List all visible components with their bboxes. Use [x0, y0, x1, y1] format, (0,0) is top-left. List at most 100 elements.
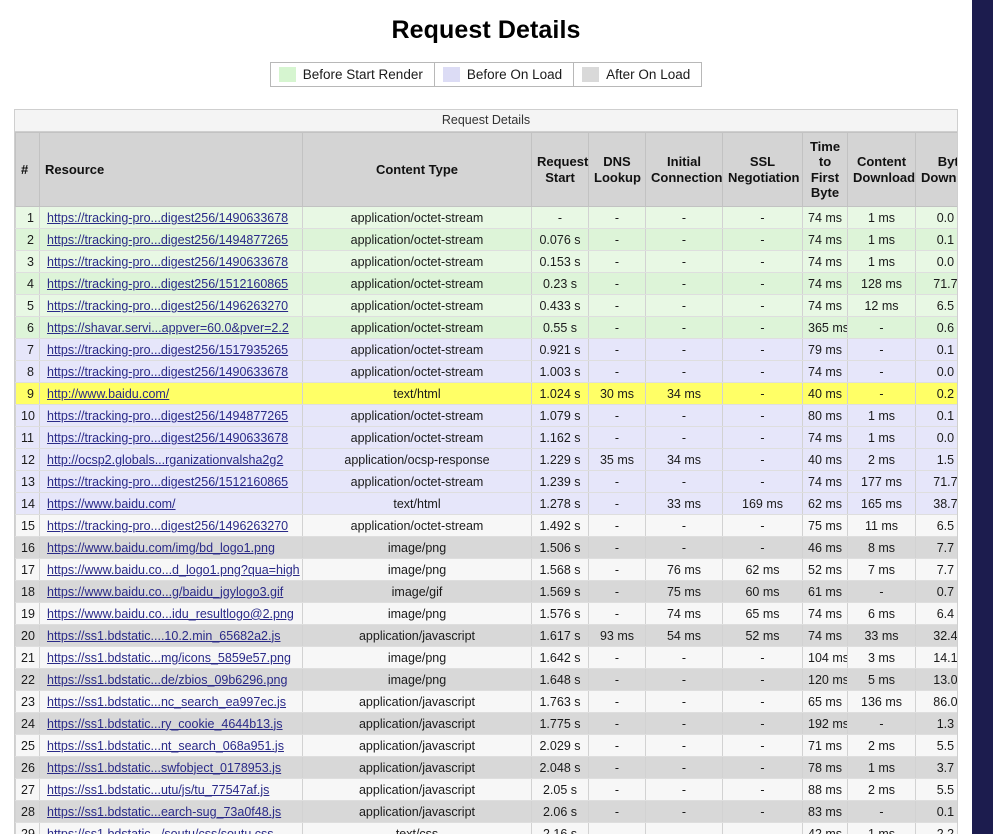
cell-content-type: application/octet-stream [302, 514, 532, 538]
resource-link[interactable]: http://ocsp2.globals...rganizationvalsha… [47, 453, 283, 467]
table-row[interactable]: 10 https://tracking-pro...digest256/14948… [15, 404, 957, 428]
col-header-request-start[interactable]: Request Start [531, 131, 589, 208]
resource-link[interactable]: https://www.baidu.com/ [47, 497, 176, 511]
resource-link[interactable]: https://shavar.servi...appver=60.0&pver=… [47, 321, 289, 335]
table-row[interactable]: 5 https://tracking-pro...digest256/149626… [15, 294, 957, 318]
resource-link[interactable]: https://ss1.bdstatic...utu/js/tu_77547af… [47, 783, 269, 797]
table-row[interactable]: 12 http://ocsp2.globals...rganizationvals… [15, 448, 957, 472]
table-row[interactable]: 15 https://tracking-pro...digest256/14962… [15, 514, 957, 538]
cell-request-start: 0.076 s [531, 228, 589, 252]
cell-ssl-negotiation: - [722, 294, 803, 318]
table-row[interactable]: 29 https://ss1.bdstatic.../soutu/css/sout… [15, 822, 957, 834]
cell-resource: https://ss1.bdstatic...earch-sug_73a0f48… [39, 800, 303, 824]
cell-bytes-downloaded: 6.4 KB [915, 602, 957, 626]
table-row[interactable]: 22 https://ss1.bdstatic...de/zbios_09b629… [15, 668, 957, 692]
resource-link[interactable]: https://tracking-pro...digest256/1496263… [47, 299, 288, 313]
cell-resource: http://ocsp2.globals...rganizationvalsha… [39, 448, 303, 472]
cell-content-download: 1 ms [847, 426, 916, 450]
resource-link[interactable]: http://www.baidu.com/ [47, 387, 169, 401]
resource-link[interactable]: https://tracking-pro...digest256/1512160… [47, 277, 288, 291]
cell-time-to-first-byte: 61 ms [802, 580, 848, 604]
resource-link[interactable]: https://ss1.bdstatic...de/zbios_09b6296.… [47, 673, 287, 687]
resource-link[interactable]: https://www.baidu.co...g/baidu_jgylogo3.… [47, 585, 283, 599]
table-row[interactable]: 16 https://www.baidu.com/img/bd_logo1.png… [15, 536, 957, 560]
resource-link[interactable]: https://tracking-pro...digest256/1490633… [47, 431, 288, 445]
resource-link[interactable]: https://tracking-pro...digest256/1512160… [47, 475, 288, 489]
table-row[interactable]: 13 https://tracking-pro...digest256/15121… [15, 470, 957, 494]
cell-time-to-first-byte: 74 ms [802, 624, 848, 648]
cell-index: 13 [15, 470, 40, 494]
right-edge-gutter [972, 0, 993, 834]
cell-ssl-negotiation: - [722, 536, 803, 560]
cell-index: 28 [15, 800, 40, 824]
table-row[interactable]: 28 https://ss1.bdstatic...earch-sug_73a0f… [15, 800, 957, 824]
legend-item-2[interactable]: After On Load [574, 63, 701, 86]
table-row[interactable]: 8 https://tracking-pro...digest256/149063… [15, 360, 957, 384]
resource-link[interactable]: https://tracking-pro...digest256/1494877… [47, 409, 288, 423]
table-row[interactable]: 9 http://www.baidu.com/text/html 1.024 s 30… [15, 382, 957, 406]
cell-initial-connection: 33 ms [645, 492, 723, 516]
table-row[interactable]: 20 https://ss1.bdstatic....10.2.min_65682… [15, 624, 957, 648]
cell-request-start: 1.239 s [531, 470, 589, 494]
resource-link[interactable]: https://ss1.bdstatic....10.2.min_65682a2… [47, 629, 280, 643]
table-row[interactable]: 24 https://ss1.bdstatic...ry_cookie_4644b… [15, 712, 957, 736]
table-row[interactable]: 18 https://www.baidu.co...g/baidu_jgylogo… [15, 580, 957, 604]
col-header-initial-connection[interactable]: Initial Connection [645, 131, 723, 208]
cell-request-start: 1.648 s [531, 668, 589, 692]
table-row[interactable]: 7 https://tracking-pro...digest256/151793… [15, 338, 957, 362]
table-row[interactable]: 23 https://ss1.bdstatic...nc_search_ea997… [15, 690, 957, 714]
col-header-dns-lookup[interactable]: DNS Lookup [588, 131, 646, 208]
cell-content-download: 1 ms [847, 822, 916, 834]
resource-link[interactable]: https://ss1.bdstatic...swfobject_0178953… [47, 761, 281, 775]
cell-index: 14 [15, 492, 40, 516]
col-header-time-to-first-byte[interactable]: Time to First Byte [802, 131, 848, 208]
resource-link[interactable]: https://tracking-pro...digest256/1517935… [47, 343, 288, 357]
legend-item-1[interactable]: Before On Load [435, 63, 575, 86]
cell-ssl-negotiation: - [722, 822, 803, 834]
table-row[interactable]: 2 https://tracking-pro...digest256/149487… [15, 228, 957, 252]
table-row[interactable]: 27 https://ss1.bdstatic...utu/js/tu_77547… [15, 778, 957, 802]
table-row[interactable]: 19 https://www.baidu.co...idu_resultlogo@… [15, 602, 957, 626]
cell-time-to-first-byte: 88 ms [802, 778, 848, 802]
resource-link[interactable]: https://tracking-pro...digest256/1494877… [47, 233, 288, 247]
legend-item-0[interactable]: Before Start Render [271, 63, 435, 86]
cell-index: 15 [15, 514, 40, 538]
table-row[interactable]: 14 https://www.baidu.com/text/html 1.278 s… [15, 492, 957, 516]
resource-link[interactable]: https://tracking-pro...digest256/1496263… [47, 519, 288, 533]
col-header-resource[interactable]: Resource [39, 131, 303, 208]
cell-index: 29 [15, 822, 40, 834]
cell-dns-lookup: - [588, 558, 646, 582]
col-header-content-download[interactable]: Content Download [847, 131, 916, 208]
col-header-index[interactable]: # [15, 131, 40, 208]
resource-link[interactable]: https://ss1.bdstatic...earch-sug_73a0f48… [47, 805, 281, 819]
resource-link[interactable]: https://ss1.bdstatic...nc_search_ea997ec… [47, 695, 286, 709]
cell-index: 3 [15, 250, 40, 274]
table-row[interactable]: 6 https://shavar.servi...appver=60.0&pver… [15, 316, 957, 340]
resource-link[interactable]: https://tracking-pro...digest256/1490633… [47, 211, 288, 225]
col-header-content-type[interactable]: Content Type [302, 131, 532, 208]
table-row[interactable]: 4 https://tracking-pro...digest256/151216… [15, 272, 957, 296]
cell-request-start: 1.642 s [531, 646, 589, 670]
resource-link[interactable]: https://ss1.bdstatic...ry_cookie_4644b13… [47, 717, 283, 731]
resource-link[interactable]: https://ss1.bdstatic...mg/icons_5859e57.… [47, 651, 291, 665]
table-row[interactable]: 25 https://ss1.bdstatic...nt_search_068a9… [15, 734, 957, 758]
cell-initial-connection: 34 ms [645, 382, 723, 406]
resource-link[interactable]: https://www.baidu.co...d_logo1.png?qua=h… [47, 563, 300, 577]
table-row[interactable]: 21 https://ss1.bdstatic...mg/icons_5859e5… [15, 646, 957, 670]
resource-link[interactable]: https://www.baidu.com/img/bd_logo1.png [47, 541, 275, 555]
table-row[interactable]: 17 https://www.baidu.co...d_logo1.png?qua… [15, 558, 957, 582]
col-header-ssl-negotiation[interactable]: SSL Negotiation [722, 131, 803, 208]
table-row[interactable]: 26 https://ss1.bdstatic...swfobject_01789… [15, 756, 957, 780]
resource-link[interactable]: https://ss1.bdstatic.../soutu/css/soutu.… [47, 827, 274, 834]
table-row[interactable]: 1 https://tracking-pro...digest256/149063… [15, 206, 957, 230]
cell-initial-connection: - [645, 712, 723, 736]
table-row[interactable]: 11 https://tracking-pro...digest256/14906… [15, 426, 957, 450]
cell-resource: https://tracking-pro...digest256/1494877… [39, 228, 303, 252]
resource-link[interactable]: https://www.baidu.co...idu_resultlogo@2.… [47, 607, 294, 621]
resource-link[interactable]: https://tracking-pro...digest256/1490633… [47, 365, 288, 379]
col-header-bytes-downloaded[interactable]: Bytes Downloaded [915, 131, 957, 208]
table-row[interactable]: 3 https://tracking-pro...digest256/149063… [15, 250, 957, 274]
resource-link[interactable]: https://tracking-pro...digest256/1490633… [47, 255, 288, 269]
cell-time-to-first-byte: 71 ms [802, 734, 848, 758]
resource-link[interactable]: https://ss1.bdstatic...nt_search_068a951… [47, 739, 284, 753]
